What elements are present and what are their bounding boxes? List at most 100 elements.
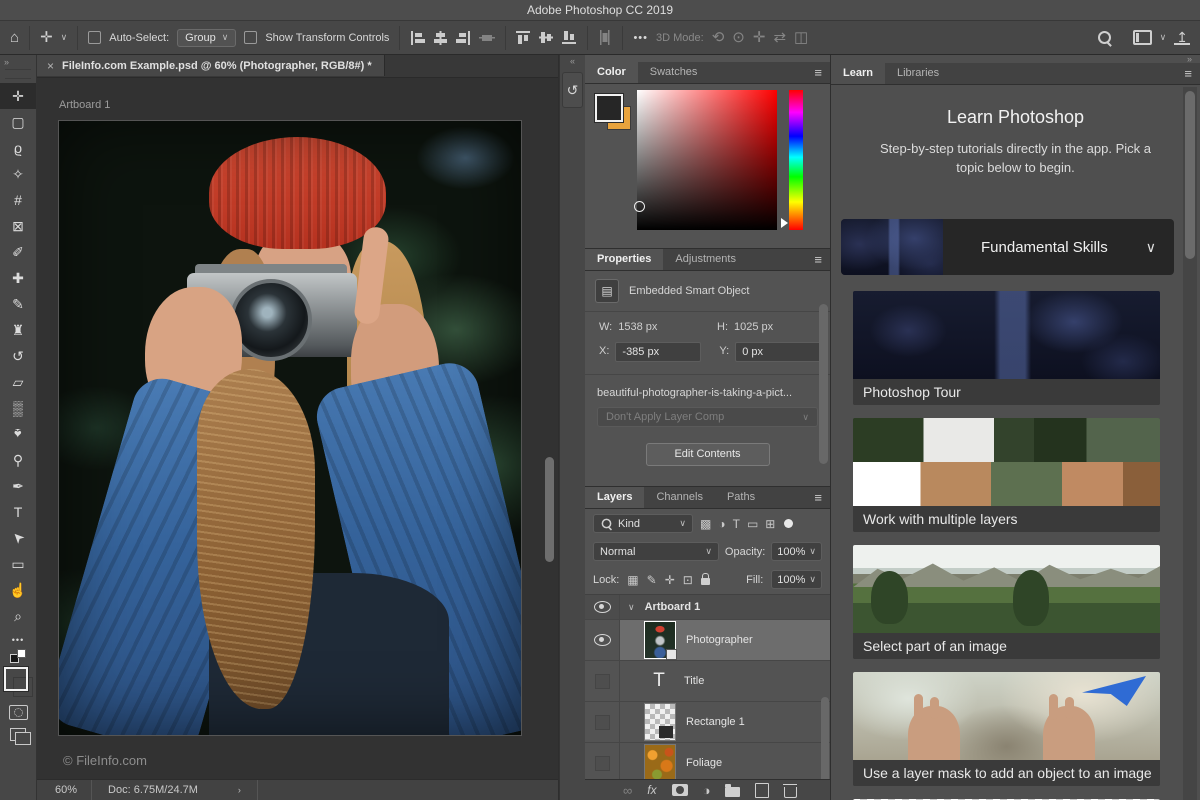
frame-tool[interactable]: ⊠	[0, 213, 36, 239]
color-panel-swatches[interactable]	[595, 94, 631, 130]
filter-shape-icon[interactable]: ▭	[747, 517, 758, 531]
layer-thumbnail[interactable]	[644, 621, 677, 660]
distribute-v-icon[interactable]	[598, 30, 612, 45]
toolbar-more-icon[interactable]: •••	[0, 635, 36, 645]
dodge-tool[interactable]: ⚲	[0, 447, 36, 473]
layer-thumbnail[interactable]	[644, 703, 676, 741]
zoom-tool[interactable]: ⌕	[0, 603, 36, 629]
lasso-tool[interactable]: ϱ	[0, 135, 36, 161]
gradient-tool[interactable]: ▒	[0, 395, 36, 421]
delete-layer-icon[interactable]	[782, 783, 798, 798]
chevron-down-icon[interactable]: ∨	[628, 602, 635, 613]
fill-input[interactable]: 100% ∨	[771, 570, 822, 589]
hue-slider[interactable]	[781, 90, 803, 230]
hand-tool[interactable]: ☝	[0, 577, 36, 603]
toolbar-grip[interactable]	[5, 69, 31, 79]
panel-menu-icon[interactable]: ≡	[814, 252, 830, 267]
search-icon[interactable]	[1097, 31, 1111, 44]
marquee-tool[interactable]: ▢	[0, 109, 36, 135]
layer-row-rectangle[interactable]: Rectangle 1	[585, 702, 830, 743]
color-swatches[interactable]	[3, 667, 33, 697]
tab-layers[interactable]: Layers	[585, 487, 645, 508]
tab-properties[interactable]: Properties	[585, 249, 664, 270]
share-icon[interactable]: ↥	[1174, 30, 1190, 45]
foreground-color-swatch[interactable]	[595, 94, 623, 122]
tutorial-card-multiple-layers[interactable]: Work with multiple layers	[853, 418, 1160, 532]
add-layer-mask-icon[interactable]	[671, 784, 688, 796]
filter-smart-object-icon[interactable]: ⊞	[765, 517, 775, 531]
adjustment-layer-icon[interactable]: ◑	[703, 783, 711, 798]
blur-tool[interactable]: ♠	[0, 421, 36, 447]
filter-kind-dropdown[interactable]: Kind ∨	[593, 514, 693, 533]
auto-select-checkbox[interactable]	[88, 31, 102, 44]
show-transform-checkbox[interactable]	[244, 31, 258, 44]
tutorial-card-select-image[interactable]: Select part of an image	[853, 545, 1160, 659]
align-bottom-icon[interactable]	[562, 30, 577, 45]
filter-image-icon[interactable]: ▩	[700, 517, 711, 531]
document-tab[interactable]: × FileInfo.com Example.psd @ 60% (Photog…	[37, 55, 385, 76]
saturation-brightness-field[interactable]	[634, 90, 777, 230]
new-group-icon[interactable]	[725, 783, 741, 797]
visibility-empty-box[interactable]	[594, 714, 610, 730]
visibility-empty-box[interactable]	[594, 755, 610, 771]
more-options-icon[interactable]: •••	[633, 32, 648, 44]
crop-tool[interactable]: #	[0, 187, 36, 213]
layer-row-title[interactable]: T Title	[585, 661, 830, 702]
distribute-h-icon[interactable]	[479, 31, 496, 45]
close-icon[interactable]: ×	[47, 59, 54, 73]
blend-mode-dropdown[interactable]: Normal ∨	[593, 542, 719, 561]
tutorial-card-layer-mask[interactable]: Use a layer mask to add an object to an …	[853, 672, 1160, 786]
type-tool[interactable]: T	[0, 499, 36, 525]
layer-effects-icon[interactable]: fx	[647, 783, 656, 797]
lock-all-icon[interactable]	[700, 573, 710, 585]
path-selection-tool[interactable]: ➤	[0, 525, 36, 551]
3d-pan-icon[interactable]: ✛	[753, 30, 766, 45]
panel-menu-icon[interactable]: ≡	[1184, 66, 1200, 81]
rectangle-tool[interactable]: ▭	[0, 551, 36, 577]
quick-selection-tool[interactable]: ✧	[0, 161, 36, 187]
edit-contents-button[interactable]: Edit Contents	[645, 443, 770, 466]
filter-type-icon[interactable]: T	[733, 517, 740, 531]
pen-tool[interactable]: ✒	[0, 473, 36, 499]
layer-row-artboard[interactable]: ∨ Artboard 1	[585, 595, 830, 620]
layer-thumbnail[interactable]	[644, 744, 676, 782]
artboard-label[interactable]: Artboard 1	[59, 99, 110, 111]
screen-mode-icon[interactable]	[10, 728, 31, 745]
tab-channels[interactable]: Channels	[644, 487, 714, 508]
color-field-cursor[interactable]	[634, 201, 645, 212]
tab-color[interactable]: Color	[585, 62, 638, 83]
visibility-eye-icon[interactable]	[593, 634, 611, 646]
layer-thumbnail[interactable]: T	[644, 663, 674, 699]
status-chevron-icon[interactable]: ›	[238, 785, 241, 795]
move-tool-chevron-icon[interactable]: ∨	[61, 32, 68, 43]
move-tool-icon[interactable]: ✛	[40, 30, 53, 45]
tab-learn[interactable]: Learn	[831, 63, 885, 84]
default-colors-icon[interactable]	[10, 649, 26, 663]
3d-orbit-icon[interactable]: ⟲	[712, 30, 725, 45]
new-layer-icon[interactable]	[755, 782, 770, 798]
canvas-vertical-scrollbar[interactable]	[545, 457, 554, 562]
foreground-color-swatch[interactable]	[4, 667, 28, 691]
panel-menu-icon[interactable]: ≡	[814, 490, 830, 505]
brush-tool[interactable]: ✎	[0, 291, 36, 317]
workspace-icon[interactable]	[1132, 30, 1152, 45]
y-position-input[interactable]: 0 px	[735, 342, 822, 362]
history-panel-icon[interactable]: ↺	[562, 72, 583, 108]
filter-toggle-icon[interactable]	[784, 519, 794, 528]
hue-slider-cursor[interactable]	[781, 218, 788, 228]
3d-camera-icon[interactable]: ◫	[794, 30, 808, 45]
clone-stamp-tool[interactable]: ♜	[0, 317, 36, 343]
tab-paths[interactable]: Paths	[715, 487, 767, 508]
visibility-empty-box[interactable]	[594, 673, 610, 689]
opacity-input[interactable]: 100% ∨	[771, 542, 822, 561]
3d-roll-icon[interactable]: ⊙	[732, 30, 745, 45]
link-layers-icon[interactable]: ∞	[623, 783, 632, 798]
layer-row-foliage[interactable]: Foliage	[585, 743, 830, 784]
3d-slide-icon[interactable]: ⇄	[773, 30, 786, 45]
align-middle-icon[interactable]	[539, 30, 554, 45]
align-right-icon[interactable]	[456, 30, 471, 45]
dock-collapse-icon[interactable]: «	[560, 55, 585, 68]
quick-mask-icon[interactable]	[8, 705, 28, 720]
layer-comp-dropdown[interactable]: Don't Apply Layer Comp ∨	[597, 407, 818, 427]
move-tool[interactable]: ✛	[0, 83, 36, 109]
